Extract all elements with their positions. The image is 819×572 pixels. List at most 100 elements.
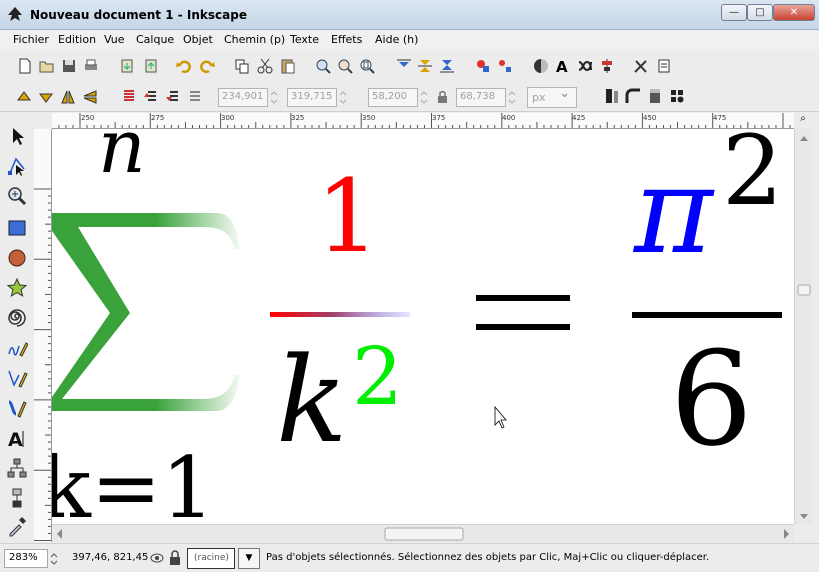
- lower-icon[interactable]: [164, 88, 182, 106]
- dropper-tool-icon[interactable]: [6, 515, 28, 537]
- raise-to-top-icon[interactable]: [120, 88, 138, 106]
- raise-icon[interactable]: [142, 88, 160, 106]
- width-spinner[interactable]: [420, 88, 428, 107]
- layer-lock-icon[interactable]: [168, 550, 182, 566]
- open-icon[interactable]: [38, 57, 56, 75]
- vertical-scrollbar[interactable]: [794, 129, 812, 524]
- menu-objet[interactable]: Objet: [183, 33, 213, 46]
- vertical-ruler[interactable]: [34, 129, 52, 542]
- zoom-page-icon[interactable]: [358, 57, 376, 75]
- toolbox: A: [0, 113, 34, 543]
- fill-stroke-icon[interactable]: [532, 57, 550, 75]
- lower-to-bottom-icon[interactable]: [186, 88, 204, 106]
- duplicate-icon[interactable]: [233, 57, 251, 75]
- align-middle-icon[interactable]: [416, 57, 434, 75]
- ungroup-icon[interactable]: [496, 57, 514, 75]
- calligraphy-tool-icon[interactable]: [6, 397, 28, 419]
- menu-calque[interactable]: Calque: [136, 33, 174, 46]
- zoom-field[interactable]: 283%: [4, 549, 48, 568]
- close-button[interactable]: ✕: [773, 4, 815, 21]
- flip-vertical-icon[interactable]: [81, 88, 99, 106]
- ruler-label: 275: [151, 114, 165, 122]
- x-spinner[interactable]: [270, 88, 278, 107]
- menu-chemin[interactable]: Chemin (p): [224, 33, 285, 46]
- menu-texte[interactable]: Texte: [290, 33, 319, 46]
- height-spinner[interactable]: [508, 88, 516, 107]
- zoom-selection-icon[interactable]: [314, 57, 332, 75]
- layer-dropdown-button[interactable]: ▼: [238, 548, 260, 569]
- svg-text:A: A: [8, 429, 23, 449]
- cursor-coordinates: 397,46, 821,45: [72, 552, 149, 563]
- zoom-spinner[interactable]: [50, 550, 58, 568]
- current-layer-field[interactable]: (racine): [187, 548, 235, 569]
- menu-fichier[interactable]: Fichier: [13, 33, 49, 46]
- node-tool-icon[interactable]: [6, 155, 28, 177]
- preferences-icon[interactable]: [632, 57, 650, 75]
- pi-exponent: 2: [722, 129, 783, 227]
- title-bar: Nouveau document 1 - Inkscape — □ ✕: [0, 0, 819, 30]
- rotate-cw-icon[interactable]: [37, 88, 55, 106]
- unit-select[interactable]: px: [527, 86, 577, 108]
- xml-editor-icon[interactable]: [576, 57, 594, 75]
- transform-patterns-icon[interactable]: [668, 87, 686, 105]
- menu-aide[interactable]: Aide (h): [375, 33, 418, 46]
- ruler-corner: [34, 113, 52, 129]
- ellipse-tool-icon[interactable]: [6, 247, 28, 269]
- maximize-button[interactable]: □: [747, 4, 773, 21]
- drawing-canvas[interactable]: n k=1 1 k 2 π 2 6: [52, 129, 794, 524]
- menu-edition[interactable]: Edition: [58, 33, 96, 46]
- text-tool-icon[interactable]: A: [6, 427, 28, 449]
- status-bar: 283% 397,46, 821,45 (racine) ▼ Pas d'obj…: [0, 543, 819, 572]
- zoom-drawing-icon[interactable]: [336, 57, 354, 75]
- spiral-tool-icon[interactable]: [6, 307, 28, 329]
- flip-horizontal-icon[interactable]: [59, 88, 77, 106]
- sum-upper-limit: n: [98, 129, 146, 190]
- star-tool-icon[interactable]: [6, 277, 28, 299]
- height-field[interactable]: 68,738: [456, 88, 506, 107]
- pen-tool-icon[interactable]: [6, 367, 28, 389]
- denominator-k: k: [276, 331, 348, 469]
- zoom-corner-icon[interactable]: ⌕: [794, 113, 812, 129]
- connector-tool-icon[interactable]: [6, 457, 28, 479]
- scale-stroke-icon[interactable]: [603, 87, 621, 105]
- group-icon[interactable]: [474, 57, 492, 75]
- y-spinner[interactable]: [339, 88, 347, 107]
- gradient-tool-icon[interactable]: [6, 487, 28, 509]
- x-field[interactable]: 234,901: [218, 88, 268, 107]
- lock-icon[interactable]: [434, 88, 452, 106]
- pi-symbol: π: [632, 142, 715, 281]
- numerator-one: 1: [316, 158, 380, 275]
- horizontal-scrollbar[interactable]: [52, 524, 794, 542]
- document-properties-icon[interactable]: [655, 57, 673, 75]
- menu-vue[interactable]: Vue: [104, 33, 125, 46]
- pencil-tool-icon[interactable]: [6, 337, 28, 359]
- layer-visibility-icon[interactable]: [150, 551, 164, 565]
- transform-gradients-icon[interactable]: [646, 87, 664, 105]
- horizontal-ruler[interactable]: 250 275 300 325 350 375 400 425 450 475: [52, 113, 794, 129]
- text-font-icon[interactable]: A: [554, 57, 572, 75]
- print-icon[interactable]: [82, 57, 100, 75]
- undo-icon[interactable]: [175, 57, 193, 75]
- commands-toolbar: A: [0, 50, 819, 82]
- scale-corners-icon[interactable]: [624, 87, 642, 105]
- width-field[interactable]: 58,200: [368, 88, 418, 107]
- import-icon[interactable]: [118, 57, 136, 75]
- redo-icon[interactable]: [198, 57, 216, 75]
- save-icon[interactable]: [60, 57, 78, 75]
- export-icon[interactable]: [142, 57, 160, 75]
- minimize-button[interactable]: —: [721, 4, 747, 21]
- rotate-ccw-icon[interactable]: [15, 88, 33, 106]
- align-top-icon[interactable]: [395, 57, 413, 75]
- zoom-tool-icon[interactable]: [6, 185, 28, 207]
- status-message: Pas d'objets sélectionnés. Sélectionnez …: [266, 552, 710, 563]
- cut-icon[interactable]: [256, 57, 274, 75]
- align-bottom-icon[interactable]: [438, 57, 456, 75]
- align-distribute-icon[interactable]: [598, 57, 616, 75]
- rectangle-tool-icon[interactable]: [6, 217, 28, 239]
- y-field[interactable]: 319,715: [287, 88, 337, 107]
- fraction-bar-right: [632, 312, 782, 318]
- selector-tool-icon[interactable]: [6, 125, 28, 147]
- paste-icon[interactable]: [279, 57, 297, 75]
- menu-effets[interactable]: Effets: [331, 33, 362, 46]
- new-document-icon[interactable]: [16, 57, 34, 75]
